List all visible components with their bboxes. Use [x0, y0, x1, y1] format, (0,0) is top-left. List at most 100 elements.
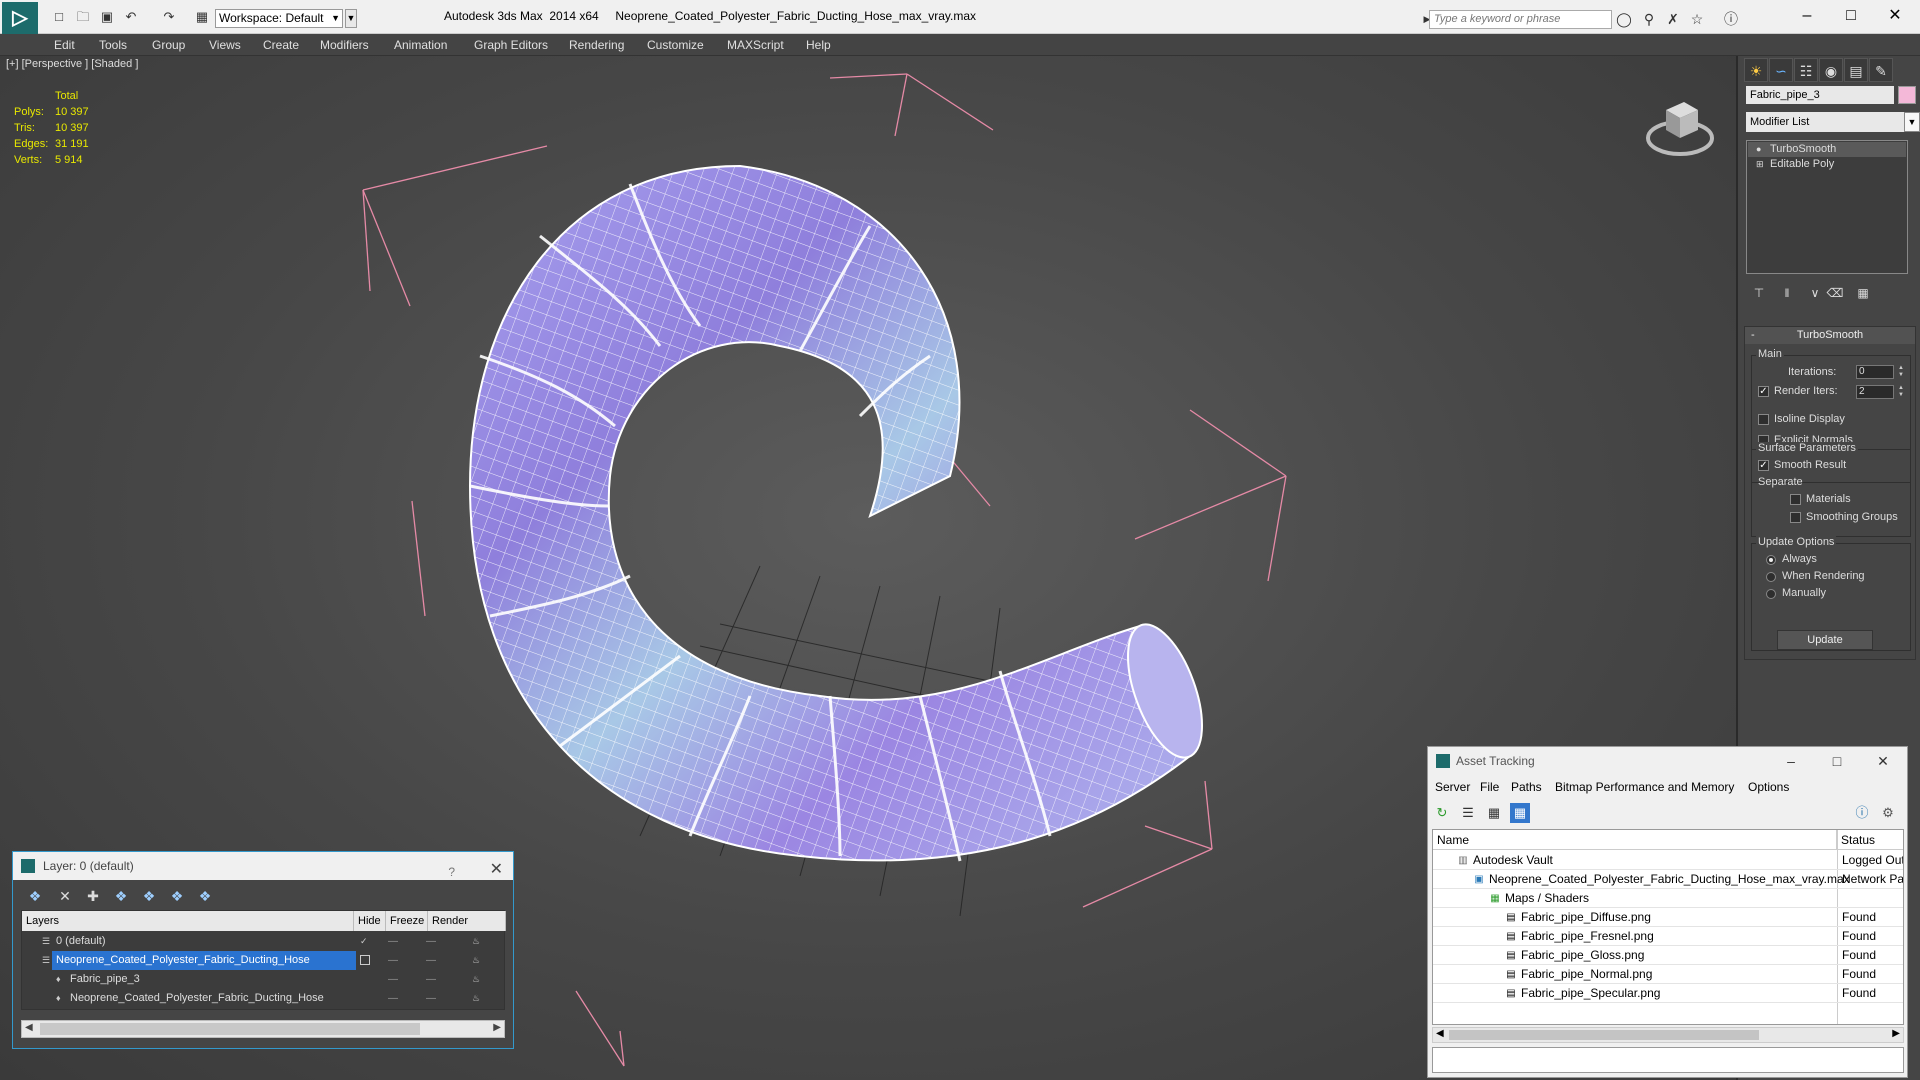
scrollbar-thumb[interactable]: [1449, 1030, 1759, 1040]
select-objects-icon[interactable]: ❖: [111, 886, 131, 906]
column-header-status[interactable]: Status: [1837, 830, 1903, 850]
menu-edit[interactable]: Edit: [54, 38, 75, 52]
hide-toggle[interactable]: —: [388, 932, 398, 951]
table-row[interactable]: ▤ Fabric_pipe_Diffuse.png Found: [1433, 908, 1903, 927]
table-row[interactable]: ▥ Autodesk Vault Logged Out: [1433, 851, 1903, 870]
menu-maxscript[interactable]: MAXScript: [727, 38, 784, 52]
asset-tracking-titlebar[interactable]: Asset Tracking – □ ✕: [1428, 747, 1907, 775]
search-input[interactable]: Type a keyword or phrase: [1429, 10, 1612, 29]
hide-toggle[interactable]: —: [388, 989, 398, 1008]
column-header-layers[interactable]: Layers: [22, 911, 354, 931]
isoline-display-checkbox[interactable]: [1758, 414, 1769, 425]
render-teapot-icon[interactable]: ♨: [472, 955, 482, 965]
star-icon[interactable]: ☆: [1688, 10, 1706, 28]
set-current-layer-icon[interactable]: ❖: [167, 886, 187, 906]
when-rendering-radio[interactable]: [1766, 572, 1776, 582]
freeze-toggle[interactable]: —: [426, 970, 436, 989]
render-teapot-icon[interactable]: ♨: [472, 993, 482, 1003]
stack-item-turbosmooth[interactable]: ● TurboSmooth: [1748, 142, 1906, 157]
menu-server[interactable]: Server: [1435, 780, 1470, 794]
refresh-icon[interactable]: ↻: [1432, 803, 1452, 823]
smooth-result-checkbox[interactable]: ✓: [1758, 460, 1769, 471]
new-layer-icon[interactable]: ❖: [25, 886, 45, 906]
minimize-button[interactable]: –: [1784, 4, 1830, 28]
binoculars-icon[interactable]: ◯: [1615, 10, 1633, 28]
layer-row[interactable]: ♦ Fabric_pipe_3 — — ♨: [22, 970, 506, 989]
modify-tab-icon[interactable]: ∽: [1769, 58, 1793, 82]
viewcube-icon[interactable]: [1640, 86, 1720, 166]
viewport-label[interactable]: [+] [Perspective ] [Shaded ]: [6, 58, 138, 70]
scroll-left-icon[interactable]: ◀: [1436, 1028, 1444, 1039]
materials-checkbox[interactable]: [1790, 494, 1801, 505]
select-layer-icon[interactable]: ❖: [139, 886, 159, 906]
menu-help[interactable]: Help: [806, 38, 831, 52]
key-icon[interactable]: ⚲: [1640, 10, 1658, 28]
make-unique-icon[interactable]: ∨: [1804, 282, 1826, 304]
grid-view-icon[interactable]: ▦: [1510, 803, 1530, 823]
freeze-toggle[interactable]: —: [426, 932, 436, 951]
render-iters-spinner[interactable]: 2: [1856, 385, 1894, 399]
stack-item-editable-poly[interactable]: ⊞ Editable Poly: [1748, 157, 1906, 172]
table-row[interactable]: ▤ Fabric_pipe_Normal.png Found: [1433, 965, 1903, 984]
close-icon[interactable]: ✕: [1863, 749, 1903, 773]
layer-row[interactable]: ☰ 0 (default) ✓ — — ♨: [22, 932, 506, 951]
delete-layer-icon[interactable]: ✕: [55, 886, 75, 906]
object-color-swatch[interactable]: [1898, 86, 1916, 104]
layer-dialog-titlebar[interactable]: Layer: 0 (default) ? ✕: [13, 852, 513, 880]
scroll-right-icon[interactable]: ▶: [493, 1022, 501, 1033]
menu-paths[interactable]: Paths: [1511, 780, 1542, 794]
horizontal-scrollbar[interactable]: ◀ ▶: [1432, 1027, 1904, 1043]
menu-customize[interactable]: Customize: [647, 38, 704, 52]
menu-create[interactable]: Create: [263, 38, 299, 52]
hierarchy-tab-icon[interactable]: ☷: [1794, 58, 1818, 82]
help-button[interactable]: ?: [448, 858, 455, 886]
exchange-icon[interactable]: ✗: [1664, 10, 1682, 28]
scroll-right-icon[interactable]: ▶: [1892, 1028, 1900, 1039]
column-header-name[interactable]: Name: [1433, 830, 1837, 850]
menu-options[interactable]: Options: [1748, 780, 1789, 794]
render-iters-checkbox[interactable]: ✓: [1758, 386, 1769, 397]
table-row[interactable]: ▣ Neoprene_Coated_Polyester_Fabric_Ducti…: [1433, 870, 1903, 889]
menu-bitmap-performance[interactable]: Bitmap Performance and Memory: [1555, 780, 1734, 794]
maximize-button[interactable]: □: [1817, 749, 1857, 773]
help-icon[interactable]: ⓘ: [1852, 803, 1872, 823]
pin-stack-icon[interactable]: ⊤: [1748, 282, 1770, 304]
hide-toggle[interactable]: —: [388, 970, 398, 989]
horizontal-scrollbar[interactable]: ◀ ▶: [21, 1020, 505, 1038]
layer-row[interactable]: ♦ Neoprene_Coated_Polyester_Fabric_Ducti…: [22, 989, 506, 1008]
expand-icon[interactable]: ⊞: [1756, 159, 1766, 170]
render-teapot-icon[interactable]: ♨: [472, 936, 482, 946]
maximize-button[interactable]: □: [1828, 4, 1874, 28]
menu-file[interactable]: File: [1480, 780, 1499, 794]
freeze-toggle[interactable]: —: [426, 989, 436, 1008]
column-header-freeze[interactable]: Freeze: [386, 911, 428, 931]
table-view-icon[interactable]: ▦: [1484, 803, 1504, 823]
modifier-list-dropdown[interactable]: Modifier List ▼: [1746, 112, 1920, 132]
menu-views[interactable]: Views: [209, 38, 241, 52]
create-tab-icon[interactable]: ☀: [1744, 58, 1768, 82]
render-teapot-icon[interactable]: ♨: [472, 974, 482, 984]
object-name-field[interactable]: Fabric_pipe_3: [1746, 86, 1894, 104]
help-icon[interactable]: ⓘ: [1722, 10, 1740, 28]
menu-modifiers[interactable]: Modifiers: [320, 38, 369, 52]
rollout-title[interactable]: - TurboSmooth: [1745, 327, 1915, 344]
scroll-left-icon[interactable]: ◀: [25, 1022, 33, 1033]
menu-animation[interactable]: Animation: [394, 38, 447, 52]
freeze-toggle[interactable]: —: [426, 951, 436, 970]
update-button[interactable]: Update: [1777, 630, 1873, 650]
smoothing-groups-checkbox[interactable]: [1790, 512, 1801, 523]
add-to-layer-icon[interactable]: ✚: [83, 886, 103, 906]
list-view-icon[interactable]: ☰: [1458, 803, 1478, 823]
close-button[interactable]: ✕: [1872, 4, 1918, 28]
hide-toggle[interactable]: —: [388, 951, 398, 970]
remove-modifier-icon[interactable]: ⌫: [1824, 282, 1846, 304]
column-header-hide[interactable]: Hide: [354, 911, 386, 931]
always-radio[interactable]: [1766, 555, 1776, 565]
spinner-arrows-icon[interactable]: ▲ ▼: [1896, 365, 1906, 379]
table-row[interactable]: ▤ Fabric_pipe_Fresnel.png Found: [1433, 927, 1903, 946]
scrollbar-thumb[interactable]: [40, 1023, 420, 1035]
table-row[interactable]: ▦ Maps / Shaders: [1433, 889, 1903, 908]
current-layer-box-icon[interactable]: [360, 955, 370, 965]
motion-tab-icon[interactable]: ◉: [1819, 58, 1843, 82]
hide-all-icon[interactable]: ❖: [195, 886, 215, 906]
